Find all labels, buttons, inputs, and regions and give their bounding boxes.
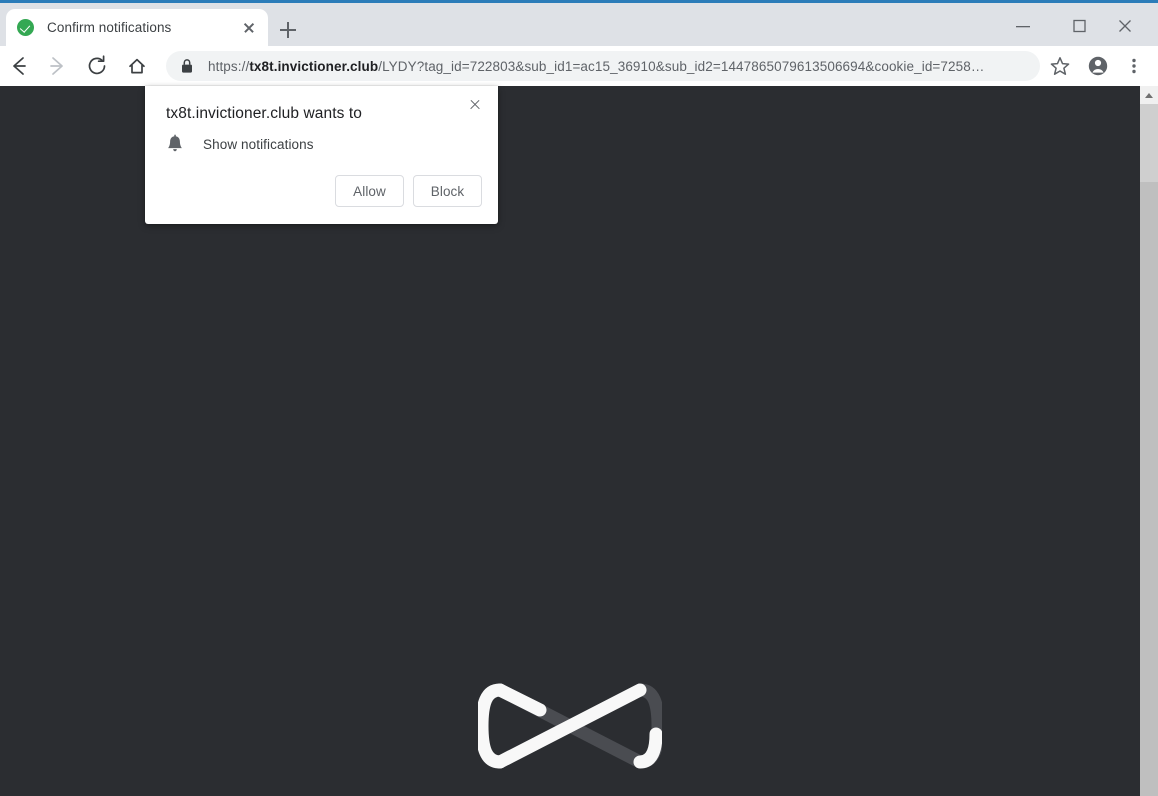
- url-scheme: https://: [208, 58, 250, 74]
- notification-permission-dialog: tx8t.invictioner.club wants to Show noti…: [145, 86, 498, 224]
- dialog-actions: Allow Block: [335, 175, 482, 207]
- address-bar[interactable]: https://tx8t.invictioner.club/LYDY?tag_i…: [166, 51, 1040, 81]
- scroll-up-arrow-icon[interactable]: [1140, 86, 1158, 104]
- lock-icon: [182, 59, 192, 73]
- permission-row: Show notifications: [166, 134, 314, 154]
- home-button[interactable]: [121, 50, 153, 82]
- permission-label: Show notifications: [203, 136, 314, 152]
- dialog-close-icon[interactable]: [461, 91, 489, 119]
- chrome-menu-button[interactable]: [1118, 50, 1150, 82]
- block-button[interactable]: Block: [413, 175, 482, 207]
- close-icon: [1119, 20, 1131, 32]
- url-domain: tx8t.invictioner.club: [249, 58, 379, 74]
- browser-window: Confirm notifications https://tx8t.invic…: [0, 0, 1158, 796]
- reload-icon: [88, 55, 106, 75]
- arrow-right-icon: [50, 57, 63, 75]
- close-icon[interactable]: [238, 17, 260, 39]
- bell-icon: [168, 134, 182, 152]
- profile-avatar-button[interactable]: [1082, 50, 1114, 82]
- infinity-spinner-icon: [478, 683, 662, 769]
- three-dots-vertical-icon: [1132, 58, 1136, 74]
- window-minimize-button[interactable]: [1000, 6, 1046, 46]
- bookmark-star-icon[interactable]: [1044, 50, 1076, 82]
- star-icon: [1050, 57, 1070, 75]
- tab-strip: Confirm notifications: [0, 3, 1158, 46]
- browser-tab[interactable]: Confirm notifications: [6, 9, 268, 46]
- forward-button[interactable]: [41, 50, 73, 82]
- back-button[interactable]: [3, 50, 35, 82]
- reload-button[interactable]: [81, 50, 113, 82]
- arrow-left-icon: [13, 57, 26, 75]
- person-icon: [1088, 56, 1108, 76]
- maximize-icon: [1073, 19, 1086, 33]
- browser-toolbar: https://tx8t.invictioner.club/LYDY?tag_i…: [0, 46, 1158, 86]
- new-tab-button[interactable]: [274, 16, 302, 44]
- minimize-icon: [1016, 26, 1030, 28]
- url-path: /LYDY?tag_id=722803&sub_id1=ac15_36910&s…: [378, 58, 985, 74]
- home-icon: [129, 58, 145, 74]
- tab-title: Confirm notifications: [47, 20, 172, 35]
- vertical-scrollbar[interactable]: [1140, 86, 1158, 796]
- window-close-button[interactable]: [1102, 6, 1148, 46]
- allow-button[interactable]: Allow: [335, 175, 404, 207]
- green-check-circle-icon: [17, 19, 34, 36]
- scrollbar-thumb[interactable]: [1140, 104, 1158, 182]
- dialog-title: tx8t.invictioner.club wants to: [166, 105, 362, 122]
- window-maximize-button[interactable]: [1056, 6, 1102, 46]
- url-text: https://tx8t.invictioner.club/LYDY?tag_i…: [208, 59, 1028, 74]
